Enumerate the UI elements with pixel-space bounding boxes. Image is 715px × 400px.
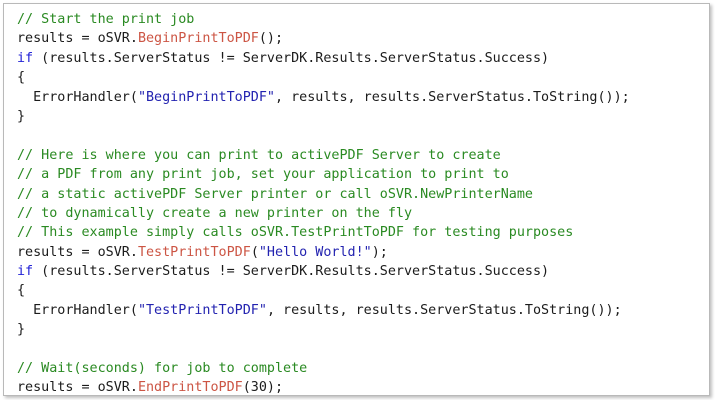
code-block: // Start the print job results = oSVR.Beg…	[17, 10, 630, 396]
code-token-plain: (	[250, 244, 259, 260]
code-token-method: EndPrintToPDF	[137, 380, 243, 396]
code-snippet-frame: // Start the print job results = oSVR.Beg…	[3, 3, 710, 396]
code-token-plain: {	[17, 70, 26, 86]
code-token-plain: results = oSVR.	[17, 31, 138, 47]
code-line: {	[17, 281, 630, 300]
code-token-keyword: if	[17, 264, 34, 280]
code-line: // This example simply calls oSVR.TestPr…	[17, 223, 630, 242]
code-token-plain: (results.ServerStatus != ServerDK.Result…	[33, 50, 550, 66]
code-token-string: "Hello World!"	[258, 244, 372, 260]
code-token-keyword: if	[17, 50, 34, 66]
code-token-plain: (30);	[242, 380, 284, 396]
code-token-comment: // This example simply calls oSVR.TestPr…	[17, 225, 574, 241]
code-token-plain: }	[17, 108, 26, 124]
code-token-comment: // a PDF from any print job, set your ap…	[17, 167, 509, 183]
code-line: results = oSVR.BeginPrintToPDF();	[17, 29, 630, 48]
code-token-comment: // Here is where you can print to active…	[17, 147, 501, 163]
code-token-comment: // to dynamically create a new printer o…	[17, 205, 413, 221]
code-token-method: TestPrintToPDF	[137, 244, 251, 260]
code-line: }	[17, 107, 630, 126]
code-token-plain: ErrorHandler(	[17, 302, 138, 318]
code-line: // to dynamically create a new printer o…	[17, 204, 630, 223]
code-line: // a PDF from any print job, set your ap…	[17, 165, 630, 184]
code-line: // Start the print job	[17, 10, 630, 29]
code-token-plain: ();	[258, 31, 284, 47]
code-token-method: BeginPrintToPDF	[137, 31, 259, 47]
code-line: results = oSVR.TestPrintToPDF("Hello Wor…	[17, 243, 630, 262]
code-line: ErrorHandler("BeginPrintToPDF", results,…	[17, 88, 630, 107]
code-line: // Here is where you can print to active…	[17, 146, 630, 165]
code-token-string: "TestPrintToPDF"	[137, 302, 267, 318]
code-token-plain: results = oSVR.	[17, 244, 138, 260]
code-line: // Wait(seconds) for job to complete	[17, 359, 630, 378]
code-token-plain: ErrorHandler(	[17, 89, 138, 105]
code-token-plain: );	[371, 244, 388, 260]
code-line: if (results.ServerStatus != ServerDK.Res…	[17, 49, 630, 68]
code-token-comment: // a static activePDF Server printer or …	[17, 186, 533, 202]
code-line: results = oSVR.EndPrintToPDF(30);	[17, 378, 630, 396]
code-token-plain: {	[17, 283, 26, 299]
code-line: ErrorHandler("TestPrintToPDF", results, …	[17, 301, 630, 320]
code-token-plain: , results, results.ServerStatus.ToString…	[266, 302, 622, 318]
code-token-plain: results = oSVR.	[17, 380, 138, 396]
code-token-plain: }	[17, 322, 26, 338]
code-token-comment: // Wait(seconds) for job to complete	[17, 361, 308, 377]
code-token-plain: , results, results.ServerStatus.ToString…	[275, 89, 630, 105]
code-line: {	[17, 68, 630, 87]
code-token-comment: // Start the print job	[17, 12, 195, 27]
code-line: }	[17, 320, 630, 339]
code-token-string: "BeginPrintToPDF"	[137, 89, 275, 105]
code-token-plain: (results.ServerStatus != ServerDK.Result…	[33, 264, 550, 280]
code-line: // a static activePDF Server printer or …	[17, 185, 630, 204]
code-line: if (results.ServerStatus != ServerDK.Res…	[17, 262, 630, 281]
